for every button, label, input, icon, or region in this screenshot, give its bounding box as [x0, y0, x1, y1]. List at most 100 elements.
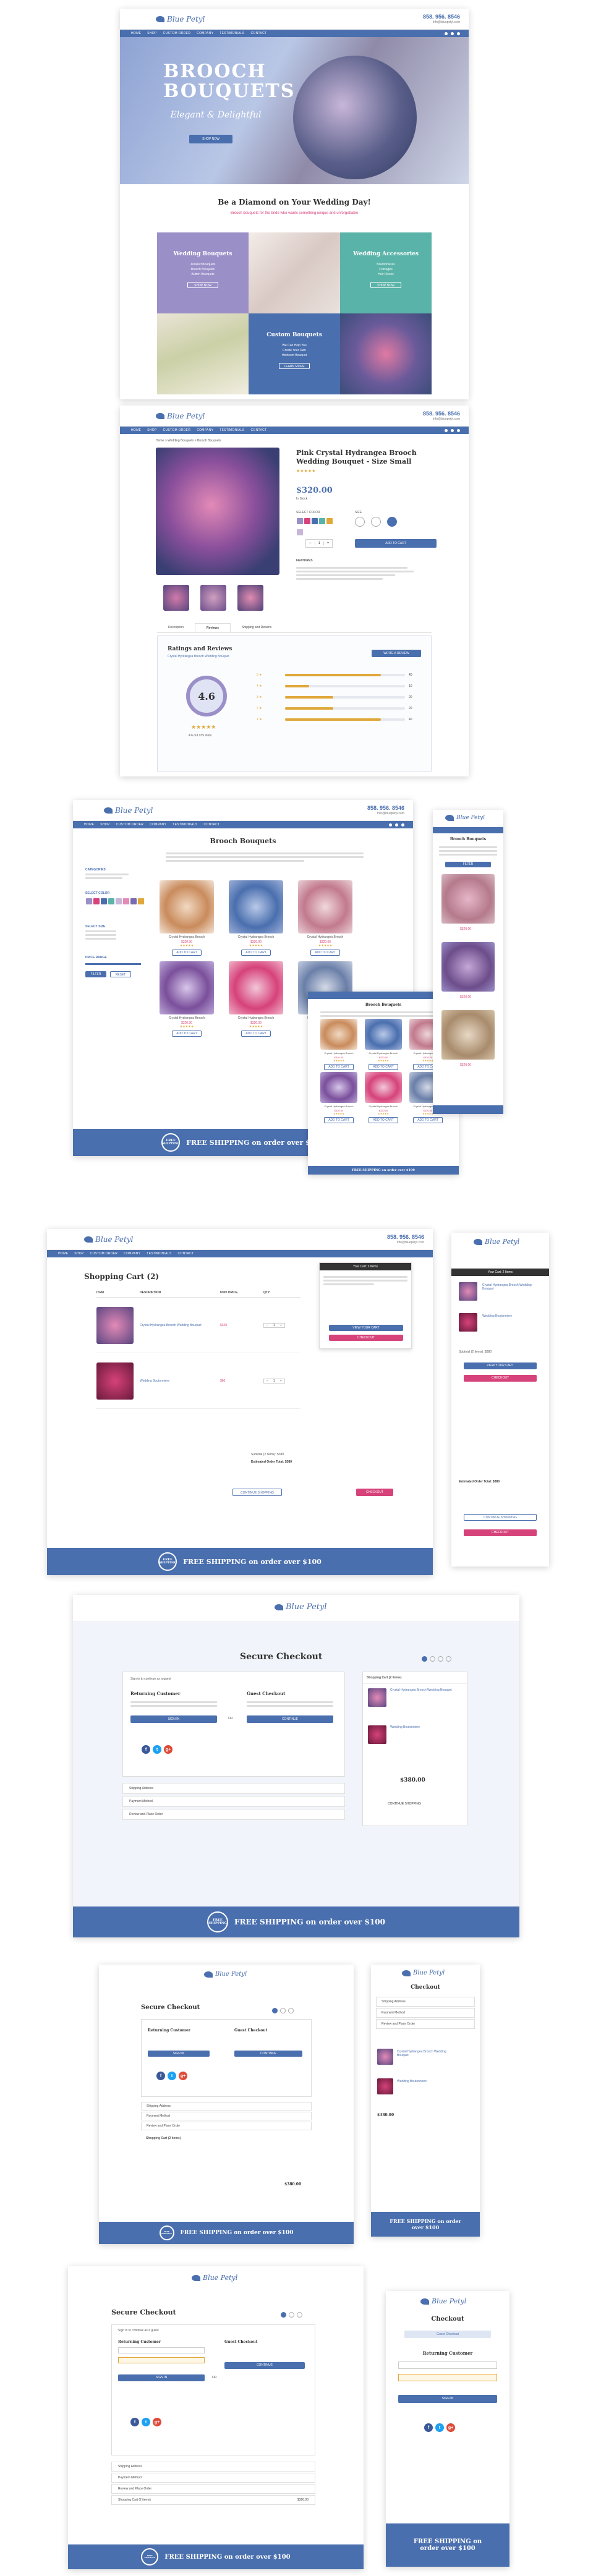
signin-button[interactable]: SIGN IN — [118, 2374, 205, 2381]
nav-custom[interactable]: CUSTOM ORDER — [116, 823, 144, 827]
product-card[interactable]: Crystal Hydrangea Brooch$320.00★★★★★ADD … — [320, 1019, 357, 1070]
google-plus-icon[interactable]: g+ — [446, 2423, 455, 2432]
logo[interactable]: Blue Petyl — [420, 2297, 466, 2305]
nav-shop[interactable]: SHOP — [100, 823, 109, 827]
continue-shopping-button[interactable]: CONTINUE SHOPPING — [232, 1489, 282, 1496]
tab-reviews[interactable]: Reviews — [195, 623, 231, 632]
guest-continue-button[interactable]: CONTINUE — [247, 1715, 333, 1723]
breadcrumb[interactable]: Home > Wedding Bouquets > Brooch Bouquet… — [156, 439, 221, 443]
mobile-product[interactable] — [441, 1010, 495, 1060]
email[interactable]: Info@bluepetyl.com — [423, 417, 460, 421]
section-payment[interactable]: Payment Method — [122, 1796, 345, 1807]
product-card[interactable]: Crystal Hydrangea Brooch$320.00★★★★★ADD … — [365, 1072, 402, 1123]
section-cart[interactable]: Shopping Cart (2 items) $380.00 — [111, 2495, 315, 2505]
email[interactable]: Info@bluepetyl.com — [367, 812, 404, 815]
qty-stepper[interactable]: −1 + — [263, 1322, 285, 1328]
cart-item-desc[interactable]: Crystal Hydrangea Brooch Wedding Bouquet — [482, 1283, 538, 1291]
section-review[interactable]: Review and Place Order — [111, 2484, 315, 2494]
nav-testimonials[interactable]: TESTIMONIALS — [147, 1252, 171, 1256]
product-card[interactable]: Crystal Hydrangea Brooch$320.00★★★★★ADD … — [365, 1019, 402, 1070]
logo[interactable]: Blue Petyl — [445, 815, 485, 821]
size-large[interactable] — [387, 517, 397, 527]
size-small[interactable] — [355, 517, 365, 527]
write-review-button[interactable]: WRITE A REVIEW — [372, 650, 421, 657]
section-shipping[interactable]: Shipping Address — [122, 1783, 345, 1794]
signin-button[interactable]: SIGN IN — [398, 2395, 497, 2403]
twitter-icon[interactable]: t — [153, 1745, 161, 1754]
logo[interactable]: Blue Petyl — [474, 1238, 519, 1246]
search-icon[interactable] — [389, 823, 392, 827]
mobile-product[interactable] — [441, 874, 495, 924]
nav-contact[interactable]: CONTACT — [204, 823, 220, 827]
cart-icon[interactable] — [457, 428, 460, 432]
add-to-cart-button[interactable]: ADD TO CART — [355, 539, 437, 548]
section-payment[interactable]: Payment Method — [141, 2112, 312, 2120]
facebook-icon[interactable]: f — [142, 1745, 150, 1754]
nav-custom[interactable]: CUSTOM ORDER — [163, 32, 191, 35]
add-to-cart-button[interactable]: ADD TO CART — [172, 1031, 202, 1037]
nav-home[interactable]: HOME — [131, 428, 141, 432]
facebook-icon[interactable]: f — [156, 2072, 165, 2080]
guest-checkout-tab[interactable]: Guest Checkout — [404, 2331, 491, 2338]
nav-home[interactable]: HOME — [58, 1252, 68, 1256]
qty-value[interactable]: 1 — [271, 1324, 278, 1327]
continue-shopping-button[interactable]: CONTINUE SHOPPING — [464, 1514, 537, 1521]
logo[interactable]: Blue Petyl — [84, 1235, 133, 1244]
thumbnail[interactable] — [237, 585, 263, 611]
tile-custom-bouquets[interactable]: Custom Bouquets We Can Help You Create Yo… — [249, 313, 340, 394]
minus-icon[interactable]: − — [306, 542, 315, 545]
nav-home[interactable]: HOME — [84, 823, 94, 827]
add-to-cart-button[interactable]: ADD TO CART — [413, 1117, 443, 1123]
password-field[interactable] — [118, 2357, 205, 2363]
nav-shop[interactable]: SHOP — [74, 1252, 83, 1256]
guest-continue-button[interactable]: CONTINUE — [224, 2362, 305, 2369]
logo[interactable]: Blue Petyl — [104, 806, 153, 815]
swatch[interactable] — [297, 529, 303, 535]
logo[interactable]: Blue Petyl — [156, 412, 205, 420]
swatch[interactable] — [326, 518, 333, 524]
google-plus-icon[interactable]: g+ — [164, 1745, 173, 1754]
swatch[interactable] — [297, 518, 303, 524]
email-field[interactable] — [118, 2347, 205, 2353]
view-cart-button[interactable]: VIEW YOUR CART — [464, 1362, 537, 1369]
twitter-icon[interactable]: t — [142, 2418, 150, 2426]
nav-testimonials[interactable]: TESTIMONIALS — [220, 32, 244, 35]
email-field[interactable] — [398, 2361, 497, 2369]
search-icon[interactable] — [445, 32, 448, 35]
plus-icon[interactable]: + — [324, 542, 333, 545]
product-card[interactable]: Crystal Hydrangea Brooch$320.00★★★★★ADD … — [160, 880, 214, 956]
section-review[interactable]: Review and Place Order — [141, 2122, 312, 2130]
logo[interactable]: Blue Petyl — [204, 1971, 247, 1978]
user-icon[interactable] — [395, 823, 398, 827]
nav-custom[interactable]: CUSTOM ORDER — [90, 1252, 118, 1256]
product-card[interactable]: Crystal Hydrangea Brooch$320.00★★★★★ADD … — [160, 961, 214, 1037]
mini-checkout-button[interactable]: CHECKOUT — [329, 1335, 403, 1341]
swatch[interactable] — [304, 518, 310, 524]
section-payment[interactable]: Payment Method — [111, 2473, 315, 2483]
filter-button[interactable]: FILTER — [85, 971, 106, 977]
signin-button[interactable]: SIGN IN — [148, 2051, 210, 2057]
checkout-button-bottom[interactable]: CHECKOUT — [464, 1529, 537, 1536]
swatch[interactable] — [319, 518, 325, 524]
tab-shipping[interactable]: Shipping and Returns — [231, 623, 283, 632]
checkout-button[interactable]: CHECKOUT — [464, 1375, 537, 1382]
email[interactable]: Info@bluepetyl.com — [423, 20, 460, 24]
add-to-cart-button[interactable]: ADD TO CART — [369, 1064, 398, 1070]
tile-button[interactable]: SHOP NOW — [187, 282, 218, 288]
logo[interactable]: Blue Petyl — [192, 2274, 237, 2282]
nav-testimonials[interactable]: TESTIMONIALS — [173, 823, 197, 827]
twitter-icon[interactable]: t — [435, 2423, 444, 2432]
nav-home[interactable]: HOME — [131, 32, 141, 35]
checkout-button[interactable]: CHECKOUT — [356, 1489, 393, 1496]
qty-stepper[interactable]: −1 + — [305, 539, 333, 548]
guest-continue-button[interactable]: CONTINUE — [234, 2051, 302, 2057]
section-shipping[interactable]: Shipping Address — [111, 2462, 315, 2472]
facebook-icon[interactable]: f — [424, 2423, 433, 2432]
section-shipping[interactable]: Shipping Address — [376, 1997, 475, 2007]
qty-value[interactable]: 1 — [314, 542, 324, 545]
mobile-product[interactable] — [441, 942, 495, 992]
section-review[interactable]: Review and Place Order — [376, 2019, 475, 2029]
nav-custom[interactable]: CUSTOM ORDER — [163, 428, 191, 432]
user-icon[interactable] — [451, 32, 454, 35]
nav-testimonials[interactable]: TESTIMONIALS — [220, 428, 244, 432]
